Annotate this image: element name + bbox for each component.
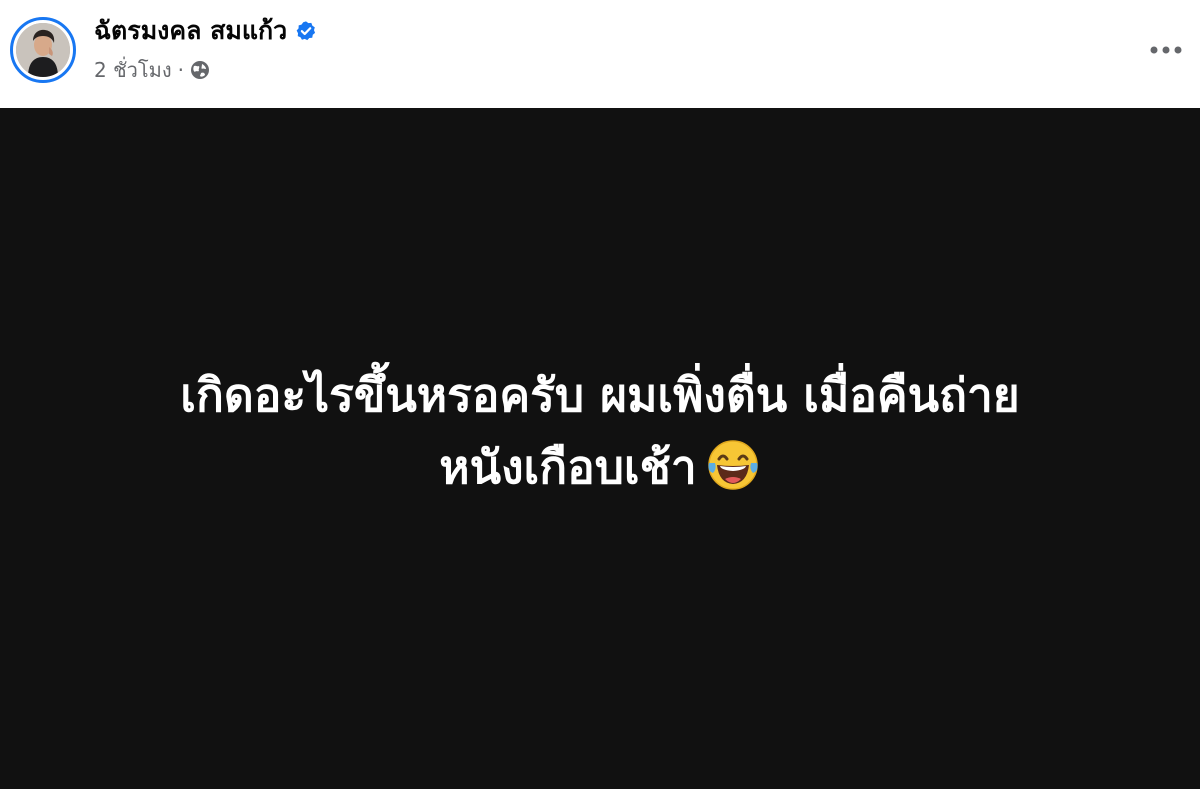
author-row: ฉัตรมงคล สมแก้ว [94, 14, 317, 48]
more-options-icon [1150, 46, 1182, 54]
post-text: เกิดอะไรขึ้นหรอครับ ผมเพิ่งตื่น เมื่อคืน… [180, 359, 1020, 503]
more-options-button[interactable] [1146, 30, 1186, 70]
post-text-line-1: เกิดอะไรขึ้นหรอครับ ผมเพิ่งตื่น เมื่อคืน… [180, 367, 1020, 422]
profile-photo-icon [16, 23, 70, 77]
author-avatar[interactable] [10, 17, 76, 83]
post-text-line-2-text: หนังเกือบเช้า [439, 439, 697, 494]
facebook-post: ฉัตรมงคล สมแก้ว 2 ชั่วโมง · เกิดอะไรขึ้น… [0, 0, 1200, 789]
post-header: ฉัตรมงคล สมแก้ว 2 ชั่วโมง · [0, 0, 1200, 108]
post-meta: 2 ชั่วโมง · [94, 56, 210, 84]
verified-badge-icon [296, 21, 316, 41]
globe-icon[interactable] [190, 60, 210, 80]
post-timestamp[interactable]: 2 ชั่วโมง [94, 56, 172, 84]
post-text-line-2: หนังเกือบเช้า [180, 431, 1020, 503]
post-content-background: เกิดอะไรขึ้นหรอครับ ผมเพิ่งตื่น เมื่อคืน… [0, 108, 1200, 789]
meta-separator: · [177, 58, 184, 82]
laughing-tears-emoji-icon [707, 439, 758, 490]
author-name[interactable]: ฉัตรมงคล สมแก้ว [94, 14, 287, 48]
